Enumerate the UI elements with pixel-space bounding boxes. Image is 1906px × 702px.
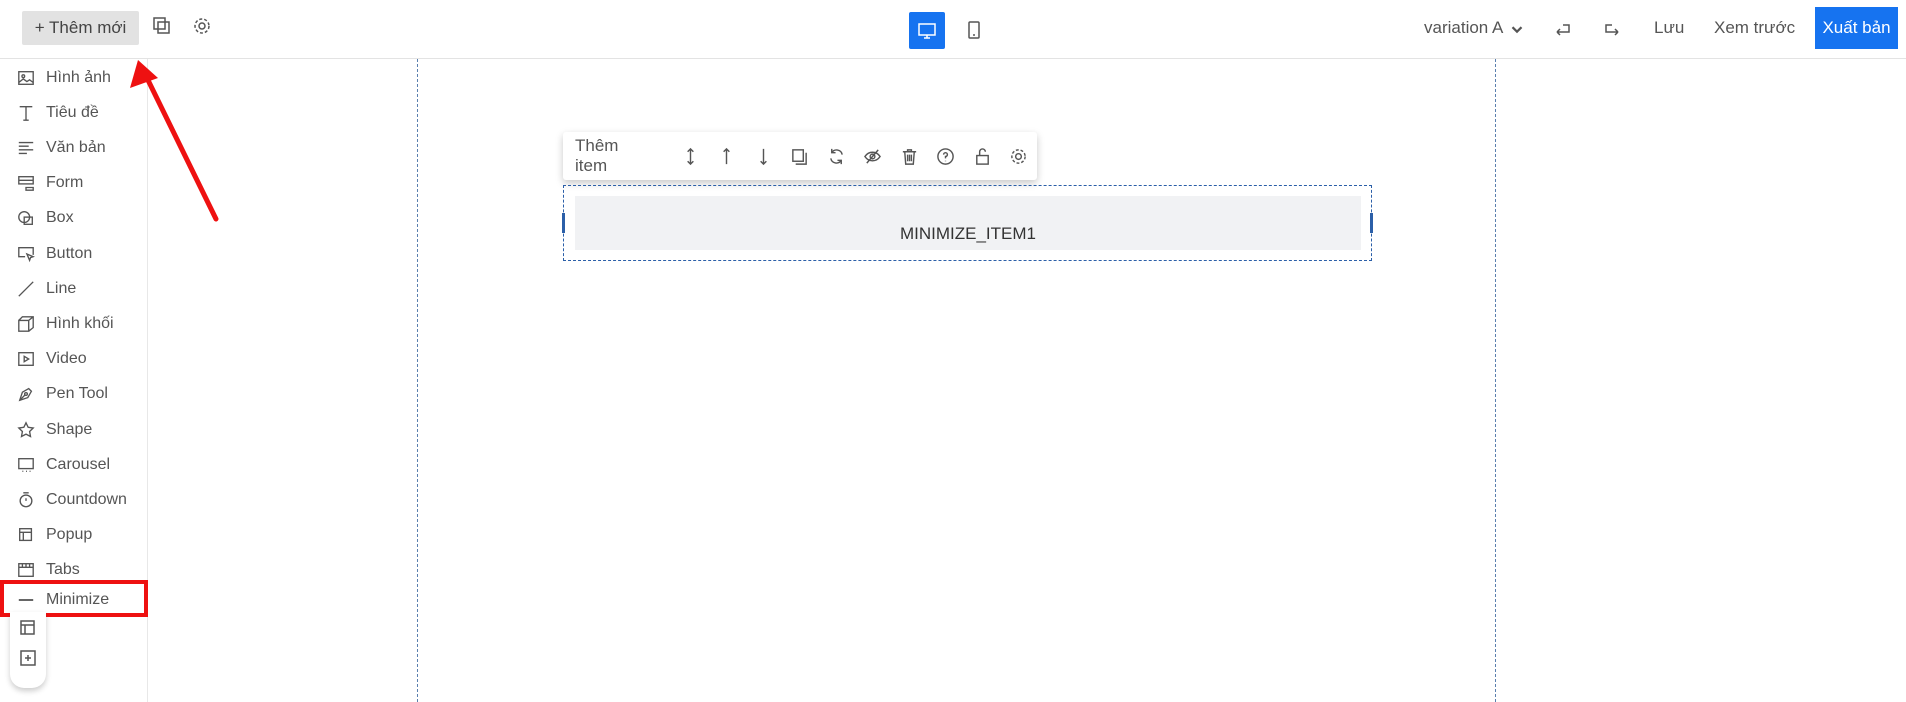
- sidebar-item-label: Tiêu đề: [46, 103, 99, 121]
- sidebar-item-label: Popup: [46, 526, 93, 544]
- video-icon: [14, 350, 38, 368]
- carousel-icon: [14, 456, 38, 474]
- gear-icon[interactable]: [192, 16, 212, 36]
- sidebar-item-label: Tabs: [46, 561, 80, 579]
- sidebar-item-label: Box: [46, 209, 74, 227]
- unlock-icon[interactable]: [964, 147, 1000, 166]
- sidebar-item-box[interactable]: Box: [0, 201, 147, 236]
- resize-handle-left[interactable]: [562, 213, 565, 233]
- red-arrow: [130, 60, 219, 222]
- hide-icon[interactable]: [855, 147, 891, 166]
- sidebar-item-button[interactable]: Button: [0, 236, 147, 271]
- layers-icon[interactable]: [152, 16, 172, 36]
- resize-vertical-icon[interactable]: [672, 147, 708, 166]
- sidebar-item-hình-ảnh[interactable]: Hình ảnh: [0, 60, 147, 95]
- element-toolbar: Thêm item: [563, 132, 1037, 180]
- resize-handle-right[interactable]: [1370, 213, 1373, 233]
- floating-panel: [10, 612, 46, 688]
- sidebar-item-label: Văn bản: [46, 138, 106, 156]
- cube-icon: [14, 315, 38, 333]
- sidebar-item-form[interactable]: Form: [0, 166, 147, 201]
- button-icon: [14, 245, 38, 263]
- publish-button[interactable]: Xuất bản: [1815, 7, 1898, 49]
- move-up-icon[interactable]: [709, 147, 745, 166]
- settings-icon[interactable]: [1000, 147, 1036, 166]
- sidebar-item-popup[interactable]: Popup: [0, 518, 147, 553]
- trash-icon[interactable]: [891, 147, 927, 166]
- move-down-icon[interactable]: [745, 147, 781, 166]
- sidebar-item-label: Pen Tool: [46, 385, 108, 403]
- sidebar-item-hình-khối[interactable]: Hình khối: [0, 306, 147, 341]
- sidebar-item-label: Carousel: [46, 455, 111, 473]
- duplicate-icon[interactable]: [782, 147, 818, 166]
- sidebar-item-label: Line: [46, 279, 77, 297]
- sidebar-item-label: Form: [46, 174, 84, 192]
- popup-icon[interactable]: [18, 618, 38, 638]
- text-icon: [14, 139, 38, 157]
- sidebar-item-shape[interactable]: Shape: [0, 412, 147, 447]
- timer-icon: [14, 491, 38, 509]
- mobile-view-button[interactable]: [964, 20, 984, 40]
- refresh-icon[interactable]: [818, 147, 854, 166]
- sidebar-item-video[interactable]: Video: [0, 342, 147, 377]
- minimize-item[interactable]: MINIMIZE_ITEM1: [575, 196, 1361, 250]
- pen-icon: [14, 385, 38, 403]
- add-item-button[interactable]: Thêm item: [575, 136, 650, 176]
- top-bar: + Thêm mới variation A Lưu Xem trước Xuấ…: [0, 0, 1906, 59]
- sidebar-item-label: Hình ảnh: [46, 68, 111, 86]
- sidebar-item-label: Shape: [46, 420, 93, 438]
- tabs-icon: [14, 561, 38, 579]
- undo-icon[interactable]: [1552, 18, 1574, 40]
- redo-icon[interactable]: [1601, 18, 1623, 40]
- sidebar-item-carousel[interactable]: Carousel: [0, 447, 147, 482]
- sidebar-item-label: Video: [46, 350, 87, 368]
- add-section-icon[interactable]: [18, 648, 38, 668]
- help-icon[interactable]: [928, 147, 964, 166]
- chevron-down-icon[interactable]: [1508, 20, 1526, 38]
- popup-icon: [14, 526, 38, 544]
- sidebar-item-văn-bản[interactable]: Văn bản: [0, 130, 147, 165]
- box-icon: [14, 209, 38, 227]
- form-icon: [14, 174, 38, 192]
- sidebar-item-label: Countdown: [46, 490, 127, 508]
- preview-button[interactable]: Xem trước: [1714, 18, 1795, 38]
- sidebar-item-countdown[interactable]: Countdown: [0, 482, 147, 517]
- sidebar-item-tiêu-đề[interactable]: Tiêu đề: [0, 95, 147, 130]
- title-icon: [14, 104, 38, 122]
- line-icon: [14, 280, 38, 298]
- image-icon: [14, 69, 38, 87]
- canvas-guide-right: [1495, 59, 1496, 702]
- add-new-button[interactable]: + Thêm mới: [22, 11, 139, 45]
- sidebar-item-label: Button: [46, 244, 93, 262]
- star-icon: [14, 420, 38, 439]
- save-button[interactable]: Lưu: [1654, 18, 1684, 38]
- desktop-view-button[interactable]: [909, 12, 945, 49]
- variation-select[interactable]: variation A: [1424, 18, 1503, 38]
- sidebar-item-line[interactable]: Line: [0, 271, 147, 306]
- sidebar-item-label: Hình khối: [46, 314, 114, 332]
- minimize-item-label: MINIMIZE_ITEM1: [899, 224, 1036, 243]
- canvas-guide-left: [417, 59, 418, 702]
- sidebar-item-pen-tool[interactable]: Pen Tool: [0, 377, 147, 412]
